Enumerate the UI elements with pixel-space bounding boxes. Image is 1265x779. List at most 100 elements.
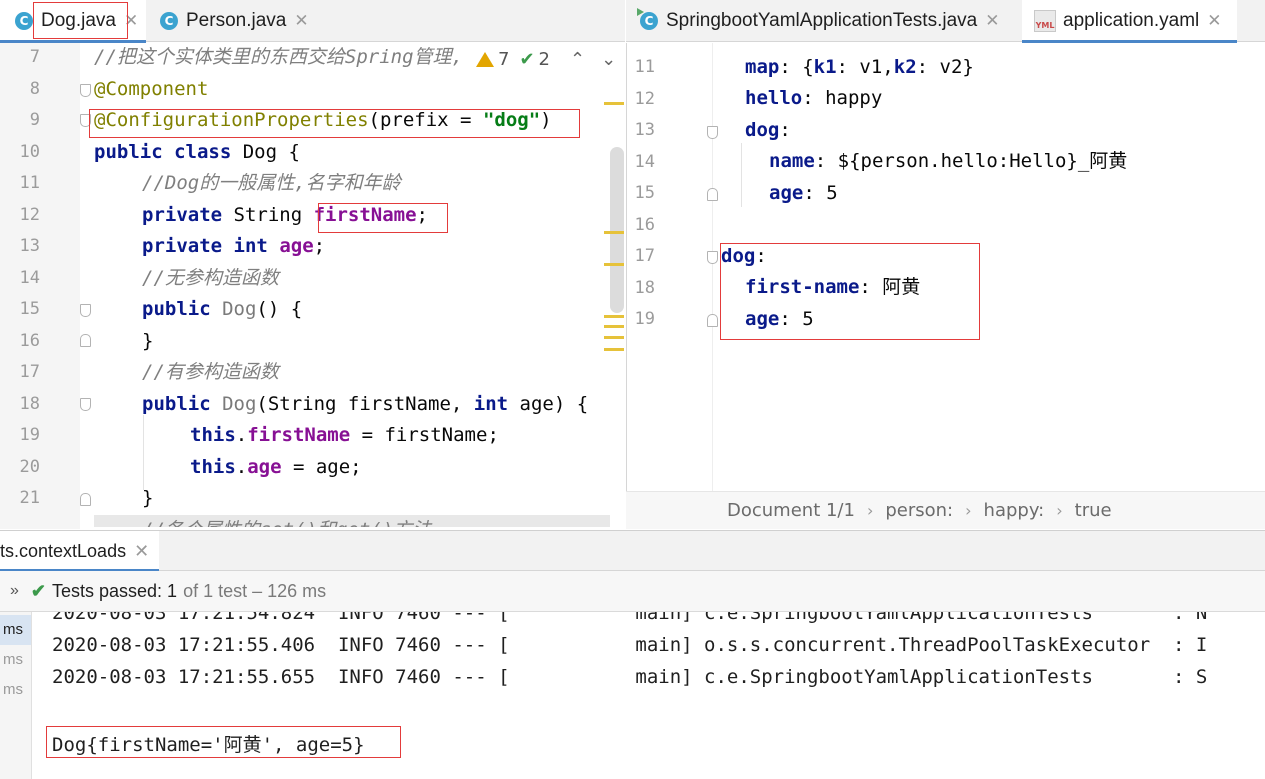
yaml-line-15: age: 5 xyxy=(769,182,838,204)
code-line-13: private int age; xyxy=(142,235,326,257)
indent-guide xyxy=(143,415,144,490)
breadcrumb-item[interactable]: happy: xyxy=(984,500,1045,521)
breadcrumb-item[interactable]: person: xyxy=(885,500,953,521)
line-number: 17 xyxy=(19,362,40,382)
close-icon[interactable]: ✕ xyxy=(294,11,308,31)
line-number: 16 xyxy=(634,214,655,235)
warning-count: 7 xyxy=(498,49,510,70)
check-count: 2 xyxy=(538,49,550,70)
code-line-15: public Dog() { xyxy=(142,298,303,320)
test-status-bar: » ✔ Tests passed: 1 of 1 test – 126 ms xyxy=(0,571,1265,612)
code-line-17: //有参构造函数 xyxy=(142,361,279,383)
code-line-10: public class Dog { xyxy=(94,141,300,163)
line-number: 8 xyxy=(29,78,40,99)
java-editor[interactable]: 7 8 9 10 11 12 13 14 15 16 17 18 19 20 21 7 ✔ 2 ⌃ ⌄ //… xyxy=(0,43,625,529)
line-number: 11 xyxy=(19,173,40,193)
line-number: 12 xyxy=(19,204,40,225)
test-tree-item[interactable]: ms xyxy=(0,615,31,645)
warning-icon xyxy=(476,52,494,67)
yaml-line-14: name: ${person.hello:Hello}_阿黄 xyxy=(769,150,1128,172)
tab-springboot-tests[interactable]: C SpringbootYamlApplicationTests.java ✕ xyxy=(626,0,1022,42)
run-icon xyxy=(637,8,644,16)
close-icon[interactable]: ✕ xyxy=(1207,11,1221,31)
tab-run-context-loads[interactable]: ts.contextLoads ✕ xyxy=(0,531,160,572)
scroll-marker xyxy=(604,315,624,318)
scroll-marker xyxy=(604,102,624,105)
tab-label: SpringbootYamlApplicationTests.java xyxy=(666,10,978,31)
yaml-line-12: hello: happy xyxy=(745,87,883,109)
chevron-right-icon: › xyxy=(965,501,972,520)
scroll-marker xyxy=(604,336,624,339)
highlight-box xyxy=(89,109,580,138)
chevron-down-icon[interactable]: ⌄ xyxy=(601,49,616,70)
highlight-box xyxy=(33,2,128,39)
fold-marker[interactable] xyxy=(707,126,718,139)
code-line-16: } xyxy=(142,330,154,352)
console-line: 2020-08-03 17:21:55.406 INFO 7460 --- [ … xyxy=(52,634,1208,656)
code-line-8: @Component xyxy=(94,78,209,100)
tab-label: application.yaml xyxy=(1063,10,1200,31)
breadcrumb-item[interactable]: Document 1/1 xyxy=(727,500,855,521)
line-number: 10 xyxy=(19,141,40,162)
yaml-line-13: dog: xyxy=(745,119,791,141)
yaml-file-icon: YML xyxy=(1034,10,1056,32)
tab-person-java[interactable]: C Person.java ✕ xyxy=(147,0,317,42)
expand-icon[interactable]: » xyxy=(10,582,19,600)
tests-passed-label: Tests passed: 1 xyxy=(52,580,178,601)
code-line-21: } xyxy=(142,487,154,509)
code-line-18: public Dog(String firstName, int age) { xyxy=(142,393,589,415)
editor-scrollbar[interactable] xyxy=(610,147,624,313)
check-icon: ✔ xyxy=(30,580,46,601)
chevron-right-icon: › xyxy=(1056,501,1063,520)
code-line-20: this.age = age; xyxy=(190,456,362,478)
line-number: 20 xyxy=(19,456,40,477)
console-output[interactable]: 2020-08-03 17:21:54.824 INFO 7460 --- [ … xyxy=(33,612,1265,779)
line-gutter xyxy=(627,43,713,491)
line-number: 13 xyxy=(19,236,40,256)
code-line-11: //Dog的一般属性,名字和年龄 xyxy=(142,172,401,194)
check-icon: ✔ xyxy=(519,49,535,70)
fold-marker[interactable] xyxy=(707,314,718,327)
fold-marker[interactable] xyxy=(80,398,91,411)
chevron-up-icon[interactable]: ⌃ xyxy=(570,49,585,70)
tab-label: Person.java xyxy=(186,10,287,31)
yaml-line-11: map: {k1: v1,k2: v2} xyxy=(745,56,974,78)
run-tabbar: ts.contextLoads ✕ xyxy=(0,530,1265,572)
fold-marker[interactable] xyxy=(707,188,718,201)
fold-marker[interactable] xyxy=(707,251,718,264)
highlight-box xyxy=(720,243,980,340)
chevron-right-icon: › xyxy=(866,501,874,520)
line-number: 12 xyxy=(634,88,655,109)
console-line: 2020-08-03 17:21:54.824 INFO 7460 --- [ … xyxy=(52,612,1208,624)
scroll-marker xyxy=(604,348,624,351)
close-icon[interactable]: ✕ xyxy=(985,11,999,31)
code-line-14: //无参构造函数 xyxy=(142,267,279,289)
inspection-widget[interactable]: 7 ✔ 2 ⌃ ⌄ xyxy=(476,49,616,70)
fold-marker[interactable] xyxy=(80,493,91,506)
breadcrumb-item[interactable]: true xyxy=(1075,500,1112,521)
fold-marker[interactable] xyxy=(80,334,91,347)
close-icon[interactable]: ✕ xyxy=(134,541,149,562)
indent-guide xyxy=(741,143,742,207)
line-number: 15 xyxy=(634,183,655,203)
test-tree-item[interactable]: ms xyxy=(0,645,31,675)
scroll-marker xyxy=(604,231,624,234)
tests-detail-label: of 1 test – 126 ms xyxy=(183,580,327,601)
line-number: 16 xyxy=(19,330,40,351)
line-number: 18 xyxy=(19,393,40,414)
class-icon: C xyxy=(160,12,178,30)
line-number: 14 xyxy=(634,151,655,172)
line-number: 19 xyxy=(634,309,655,329)
fold-marker[interactable] xyxy=(80,84,91,97)
code-line-7: //把这个实体类里的东西交给Spring管理, xyxy=(94,46,463,68)
test-tree-item[interactable]: ms xyxy=(0,675,31,705)
scroll-marker xyxy=(604,263,624,266)
line-number: 11 xyxy=(634,57,655,77)
tab-application-yaml[interactable]: YML application.yaml ✕ xyxy=(1022,0,1237,43)
scroll-marker xyxy=(604,325,624,328)
line-number: 14 xyxy=(19,267,40,288)
fold-marker[interactable] xyxy=(80,304,91,317)
test-tree-strip: ms ms ms xyxy=(0,612,32,779)
yaml-editor[interactable]: 11 12 13 14 15 16 17 18 19 . map: {k1: v1,k2: v2… xyxy=(626,43,1265,491)
code-line-22-partial: //各个属性的set()和get()方法 xyxy=(94,515,610,527)
